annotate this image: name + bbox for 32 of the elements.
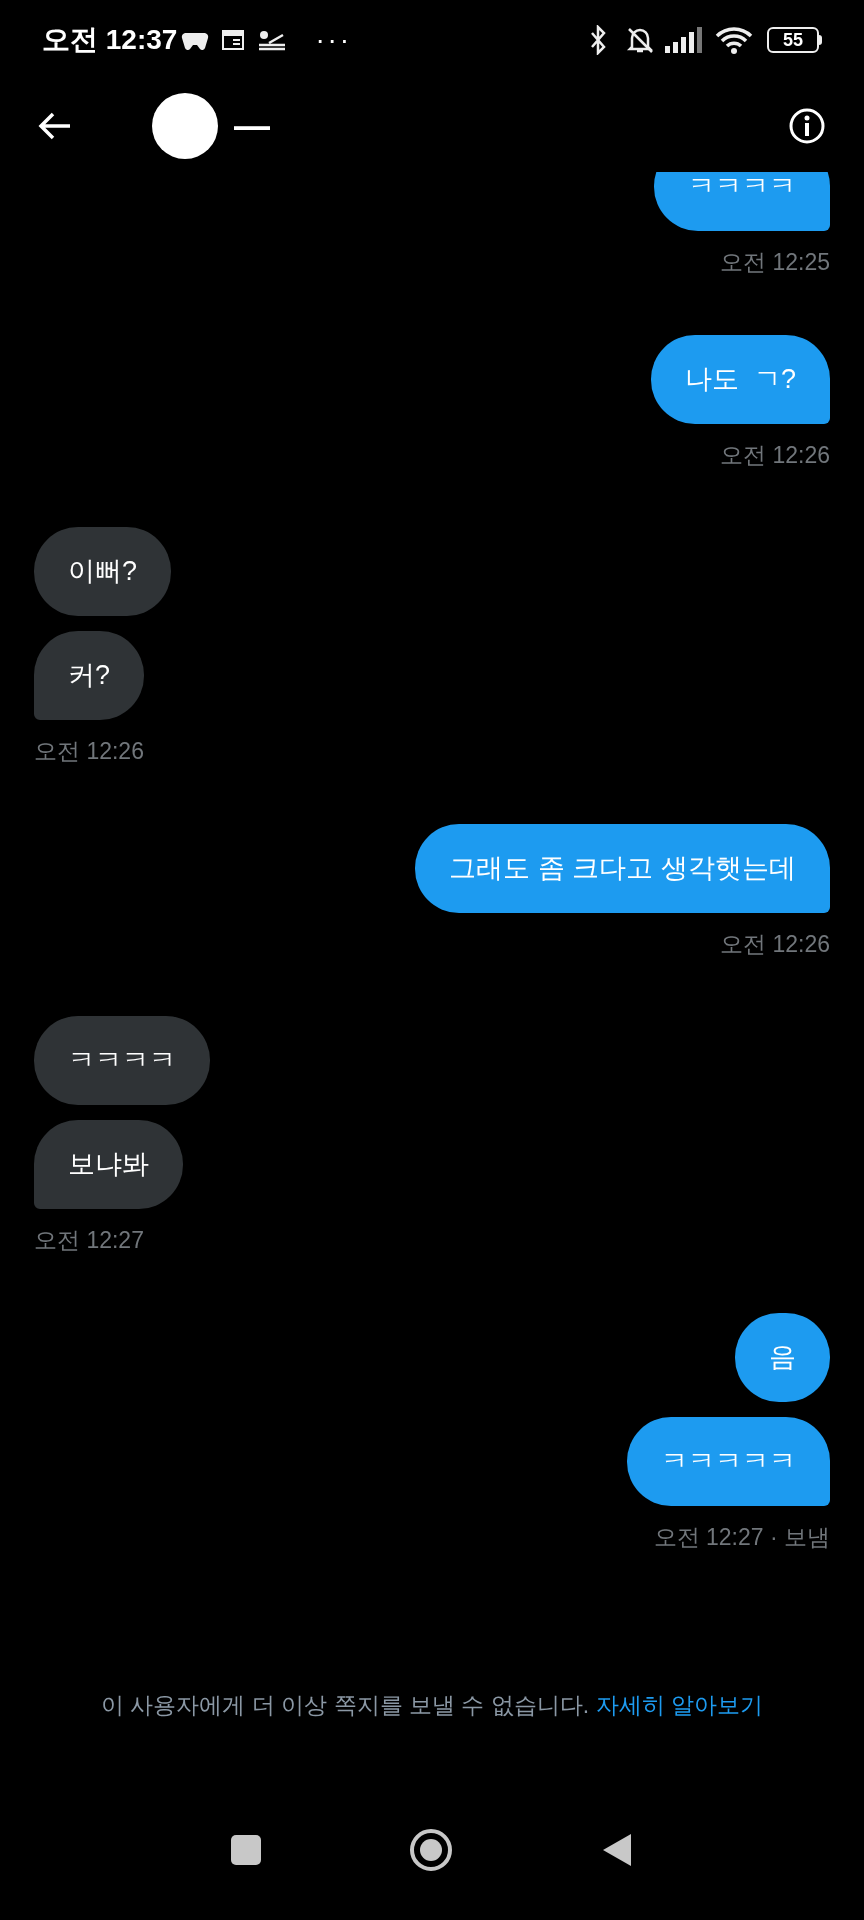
message-bubble: 이뻐? xyxy=(34,527,172,616)
back-button[interactable] xyxy=(601,1832,633,1868)
message-bubble: ㅋㅋㅋㅋ xyxy=(34,1016,210,1105)
back-arrow-icon[interactable] xyxy=(38,111,72,141)
message-timestamp: 오전 12:27 · 보냄 xyxy=(653,1522,830,1552)
message-bubble: 커? xyxy=(34,631,145,720)
recent-apps-button[interactable] xyxy=(231,1835,261,1865)
more-notifications-icon: ··· xyxy=(315,19,352,61)
chart-icon xyxy=(257,29,288,51)
bluetooth-icon xyxy=(589,25,607,55)
message-bubble: 그래도 좀 크다고 생각햇는데 xyxy=(415,823,830,913)
message-bubble: ㅋㅋㅋㅋ xyxy=(654,172,830,231)
message-timestamp: 오전 12:26 xyxy=(720,929,830,959)
message-timestamp: 오전 12:25 xyxy=(720,248,830,277)
message-timestamp: 오전 12:27 xyxy=(34,1226,144,1255)
battery-icon: 55 xyxy=(767,27,822,53)
message-timestamp: 오전 12:26 xyxy=(34,737,144,766)
message-bubble: ㅋㅋㅋㅋㅋ xyxy=(627,1416,830,1506)
calendar-icon xyxy=(221,29,246,51)
muted-bell-icon xyxy=(625,25,655,55)
signal-icon xyxy=(665,26,705,54)
message-timestamp: 오전 12:26 xyxy=(720,440,830,470)
message-bubble: 나도 ㄱ? xyxy=(650,334,830,424)
home-button[interactable] xyxy=(409,1828,453,1872)
status-time: 오전 12:37 xyxy=(42,23,178,57)
wifi-icon xyxy=(715,26,753,54)
notice-text: 이 사용자에게 더 이상 쪽지를 보낼 수 없습니다. 자세히 알아보기 xyxy=(101,1690,763,1720)
message-bubble: 음 xyxy=(735,1312,830,1402)
info-icon[interactable] xyxy=(788,107,826,145)
learn-more-link[interactable]: 자세히 알아보기 xyxy=(595,1691,763,1718)
message-bubble: 보냐봐 xyxy=(34,1120,183,1209)
contact-name: — xyxy=(234,108,270,144)
